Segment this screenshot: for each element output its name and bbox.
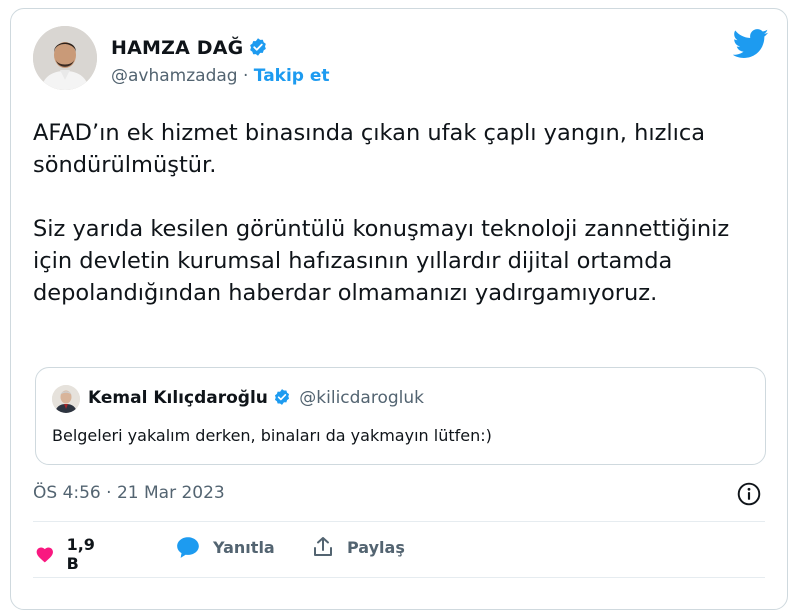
tweet-card: HAMZA DAĞ @avhamzadag · Takip et AFAD’ın… [10, 8, 788, 610]
quoted-tweet-text: Belgeleri yakalım derken, binaları da ya… [52, 426, 492, 445]
like-button[interactable]: 1,9 B [35, 535, 101, 573]
share-label: Paylaş [347, 537, 405, 557]
tweet-text: AFAD’ın ek hizmet binasında çıkan ufak ç… [33, 117, 753, 309]
quoted-author-avatar [52, 385, 80, 413]
author-handle-row: @avhamzadag · Takip et [111, 66, 330, 86]
tweet-paragraph-1: AFAD’ın ek hizmet binasında çıkan ufak ç… [33, 120, 706, 178]
tweet-paragraph-2: Siz yarıda kesilen görüntülü konuşmayı t… [33, 216, 730, 306]
quoted-tweet[interactable]: Kemal Kılıçdaroğlu @kilicdarogluk Belgel… [35, 367, 766, 465]
separator-dot: · [242, 66, 249, 86]
quoted-author-handle[interactable]: @kilicdarogluk [299, 388, 424, 408]
speech-bubble-icon [177, 537, 199, 558]
verified-badge-icon [248, 37, 268, 62]
share-button[interactable]: Paylaş [311, 535, 405, 559]
follow-button[interactable]: Takip et [254, 66, 330, 86]
author-handle[interactable]: @avhamzadag [111, 66, 238, 86]
share-icon [314, 537, 332, 556]
info-icon[interactable] [736, 481, 762, 511]
quoted-author-name[interactable]: Kemal Kılıçdaroğlu [88, 388, 268, 408]
author-avatar[interactable] [33, 26, 97, 90]
quoted-author-row: Kemal Kılıçdaroğlu @kilicdarogluk [88, 388, 424, 411]
divider [33, 521, 765, 522]
quoted-author-avatar-image [52, 385, 80, 413]
bottom-divider [33, 577, 765, 578]
like-count: 1,9 B [66, 535, 95, 573]
author-avatar-image [33, 26, 97, 90]
reply-button[interactable]: Yanıtla [175, 535, 275, 559]
author-name[interactable]: HAMZA DAĞ [111, 37, 243, 59]
twitter-bird-icon[interactable] [732, 29, 769, 63]
heart-icon [36, 547, 53, 563]
quoted-verified-badge-icon [273, 388, 291, 411]
author-name-row[interactable]: HAMZA DAĞ [111, 37, 268, 62]
reply-label: Yanıtla [213, 537, 275, 557]
tweet-timestamp[interactable]: ÖS 4:56 · 21 Mar 2023 [33, 483, 225, 503]
